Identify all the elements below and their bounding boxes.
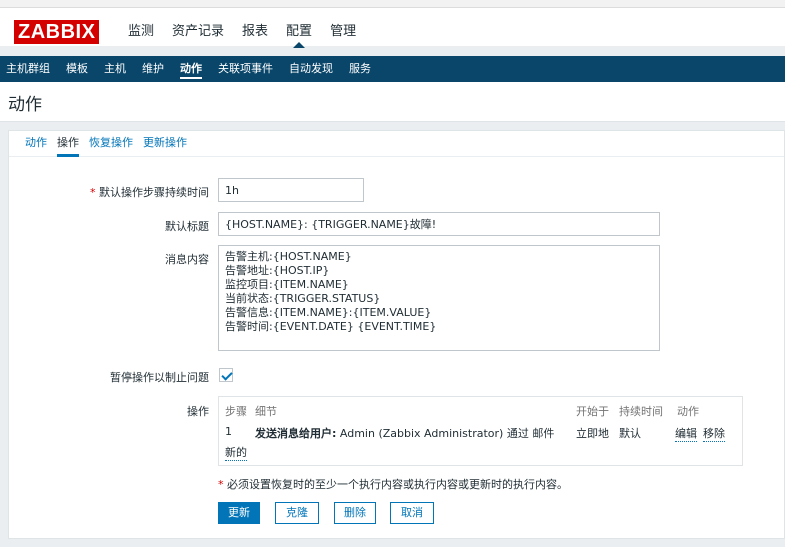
tab-bar: 动作 操作 恢复操作 更新操作 bbox=[9, 131, 784, 157]
operations-row: 操作 bbox=[9, 403, 209, 419]
edit-operation-link[interactable]: 编辑 bbox=[675, 425, 697, 442]
subject-label: 默认标题 bbox=[165, 220, 209, 233]
step-duration-input[interactable] bbox=[218, 178, 364, 202]
new-operation-link[interactable]: 新的 bbox=[225, 444, 247, 461]
required-note: * 必须设置恢复时的至少一个执行内容或执行内容或更新时的执行内容。 bbox=[218, 478, 568, 491]
pause-checkbox[interactable] bbox=[219, 368, 233, 382]
message-row: 消息内容 bbox=[9, 251, 209, 267]
tab-operations[interactable]: 操作 bbox=[57, 131, 79, 157]
column-action: 动作 bbox=[677, 405, 699, 418]
subject-row: 默认标题 bbox=[9, 218, 209, 234]
page-title: 动作 bbox=[8, 95, 42, 115]
pause-row: 暂停操作以制止问题 bbox=[9, 369, 209, 385]
cancel-button[interactable]: 取消 bbox=[390, 502, 434, 524]
clone-button[interactable]: 克隆 bbox=[275, 502, 319, 524]
zabbix-logo[interactable]: ZABBIX bbox=[14, 20, 100, 44]
sub-menu-discovery[interactable]: 自动发现 bbox=[289, 56, 333, 82]
remove-operation-link[interactable]: 移除 bbox=[703, 425, 725, 442]
main-menu-administration[interactable]: 管理 bbox=[330, 20, 356, 44]
sub-menu: 主机群组 模板 主机 维护 动作 关联项事件 自动发现 服务 bbox=[0, 56, 785, 82]
step-duration-label: * 默认操作步骤持续时间 bbox=[90, 186, 209, 199]
row-detail: 发送消息给用户: Admin (Zabbix Administrator) 通过… bbox=[255, 427, 555, 440]
main-menu-inventory[interactable]: 资产记录 bbox=[172, 20, 224, 44]
sub-menu-hosts[interactable]: 主机 bbox=[104, 56, 126, 82]
sub-menu-maintenance[interactable]: 维护 bbox=[142, 56, 164, 82]
main-menu: 监测 资产记录 报表 配置 管理 bbox=[128, 20, 374, 48]
message-label: 消息内容 bbox=[165, 253, 209, 266]
row-step: 1 bbox=[225, 425, 232, 438]
main-menu-reports[interactable]: 报表 bbox=[242, 20, 268, 44]
message-textarea[interactable]: 告警主机:{HOST.NAME} 告警地址:{HOST.IP} 监控项目:{IT… bbox=[218, 245, 660, 351]
main-menu-configuration[interactable]: 配置 bbox=[286, 20, 312, 48]
operations-label: 操作 bbox=[187, 405, 209, 418]
tab-recovery-operations[interactable]: 恢复操作 bbox=[89, 131, 133, 156]
pause-label: 暂停操作以制止问题 bbox=[110, 371, 209, 384]
page-header: 动作 bbox=[0, 82, 785, 122]
main-menu-monitoring[interactable]: 监测 bbox=[128, 20, 154, 44]
header: ZABBIX 监测 资产记录 报表 配置 管理 bbox=[0, 8, 785, 48]
browser-top-strip bbox=[0, 0, 785, 8]
sub-menu-actions[interactable]: 动作 bbox=[180, 56, 202, 82]
action-form-panel: 动作 操作 恢复操作 更新操作 * 默认操作步骤持续时间 默认标题 消息内容 告… bbox=[8, 130, 785, 539]
tab-update-operations[interactable]: 更新操作 bbox=[143, 131, 187, 156]
update-button[interactable]: 更新 bbox=[218, 502, 260, 524]
column-duration: 持续时间 bbox=[619, 405, 663, 418]
subject-input[interactable] bbox=[218, 212, 660, 236]
operations-table: 步骤 细节 开始于 持续时间 动作 1 发送消息给用户: Admin (Zabb… bbox=[218, 396, 743, 466]
column-step: 步骤 bbox=[225, 405, 247, 418]
sub-menu-event-correlation[interactable]: 关联项事件 bbox=[218, 56, 273, 82]
column-start: 开始于 bbox=[576, 405, 609, 418]
tab-action[interactable]: 动作 bbox=[25, 131, 47, 156]
sub-menu-templates[interactable]: 模板 bbox=[66, 56, 88, 82]
sub-menu-services[interactable]: 服务 bbox=[349, 56, 371, 82]
delete-button[interactable]: 删除 bbox=[334, 502, 376, 524]
row-duration: 默认 bbox=[619, 427, 641, 440]
column-detail: 细节 bbox=[255, 405, 277, 418]
sub-menu-host-groups[interactable]: 主机群组 bbox=[6, 56, 50, 82]
row-start: 立即地 bbox=[576, 427, 609, 440]
step-duration-row: * 默认操作步骤持续时间 bbox=[9, 184, 209, 200]
